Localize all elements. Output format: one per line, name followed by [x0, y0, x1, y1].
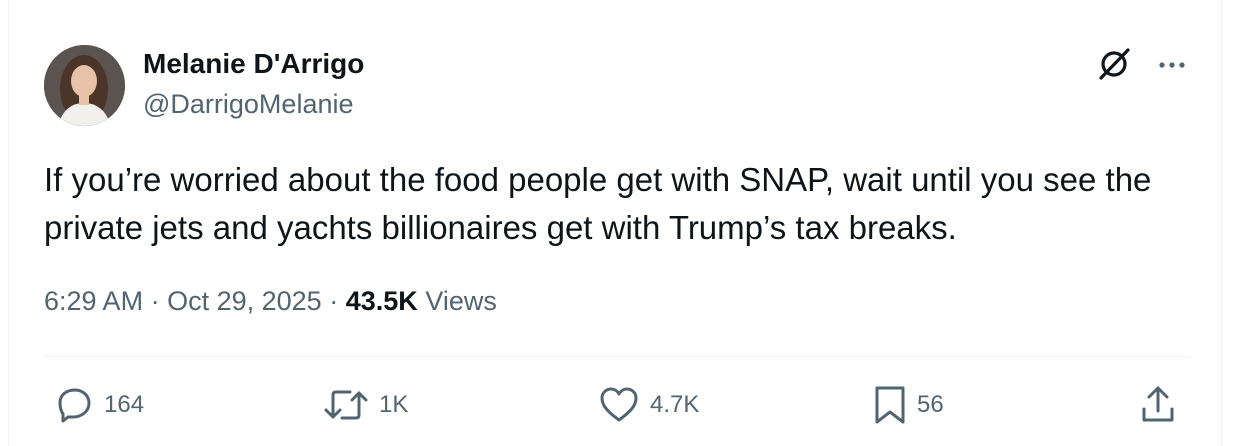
grok-icon[interactable] — [1097, 47, 1131, 81]
reply-icon — [58, 388, 91, 423]
bookmark-button[interactable]: 56 — [873, 383, 944, 427]
meta-separator: · — [150, 286, 160, 316]
views-count: 43.5K — [345, 286, 418, 316]
repost-count: 1K — [379, 391, 409, 418]
bookmark-count: 56 — [917, 391, 944, 418]
bookmark-icon — [875, 386, 905, 424]
avatar[interactable] — [44, 45, 125, 126]
author-handle[interactable]: @DarrigoMelanie — [143, 89, 354, 120]
divider — [44, 356, 1191, 357]
author-name[interactable]: Melanie D'Arrigo — [143, 48, 364, 80]
tweet-meta: 6:29 AM · Oct 29, 2025 · 43.5K Views — [44, 286, 497, 317]
like-button[interactable]: 4.7K — [598, 383, 699, 427]
action-bar: 164 1K 4.7K 56 — [0, 383, 1247, 427]
repost-button[interactable]: 1K — [323, 383, 408, 427]
tweet-text: If you’re worried about the food people … — [44, 161, 1152, 246]
reply-button[interactable]: 164 — [54, 383, 144, 427]
like-count: 4.7K — [650, 391, 700, 418]
share-button[interactable] — [1140, 383, 1176, 427]
views-label: Views — [425, 286, 497, 316]
share-icon — [1142, 386, 1174, 422]
more-icon[interactable] — [1157, 49, 1187, 79]
meta-separator: · — [329, 286, 339, 316]
repost-icon — [324, 390, 368, 420]
tweet-time[interactable]: 6:29 AM — [44, 286, 143, 316]
like-icon — [600, 387, 638, 422]
reply-count: 164 — [104, 391, 145, 418]
tweet-date[interactable]: Oct 29, 2025 — [167, 286, 322, 316]
